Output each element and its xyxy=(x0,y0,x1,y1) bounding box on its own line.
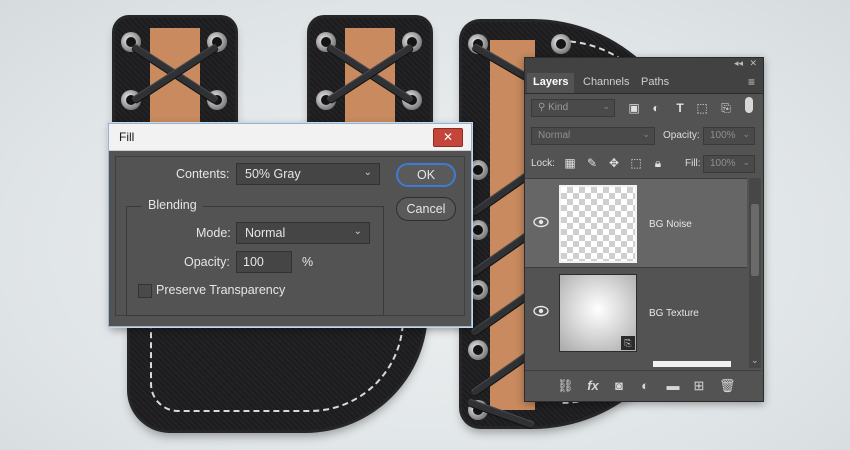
tab-layers[interactable]: Layers xyxy=(527,73,575,93)
blend-mode-value: Normal xyxy=(538,130,571,141)
search-icon: ⚲ xyxy=(538,102,549,113)
lock-move-icon[interactable]: ✥ xyxy=(607,156,621,170)
adjustment-icon[interactable]: ◐ xyxy=(637,378,653,394)
panel-header-bar[interactable]: ◂◂ ✕ xyxy=(525,58,763,71)
grommet xyxy=(468,340,488,360)
scroll-down-icon[interactable]: ⌄ xyxy=(751,355,759,366)
layer-name: BG Noise xyxy=(649,219,692,230)
smart-object-filter-icon[interactable]: ⎘ xyxy=(719,101,733,115)
fill-dialog-title: Fill xyxy=(119,130,135,144)
adjustment-filter-icon[interactable]: ◐ xyxy=(649,101,663,115)
image-filter-icon[interactable]: ▣ xyxy=(627,101,641,115)
kind-filter-select[interactable]: ⚲ Kind ⌄ xyxy=(531,99,615,117)
shape-filter-icon[interactable]: ⬚ xyxy=(695,101,709,115)
blending-legend: Blending xyxy=(142,198,203,212)
chevron-down-icon: ⌄ xyxy=(602,101,610,111)
visibility-eye-icon[interactable] xyxy=(533,304,549,317)
mode-label: Mode: xyxy=(196,226,231,240)
new-layer-icon[interactable]: ⊞ xyxy=(691,378,707,394)
close-icon[interactable]: ✕ xyxy=(749,58,757,69)
filter-toggle-icon[interactable] xyxy=(745,97,753,113)
panel-menu-icon[interactable]: ≡ xyxy=(748,75,755,89)
lock-paint-icon[interactable]: ✎ xyxy=(585,156,599,170)
partial-layer-thumbnail xyxy=(653,361,731,367)
preserve-transparency-label: Preserve Transparency xyxy=(156,283,286,297)
layer-row[interactable]: BG Noise xyxy=(525,178,747,267)
mask-icon[interactable]: ◙ xyxy=(611,378,627,394)
tab-paths[interactable]: Paths xyxy=(635,74,675,90)
ok-button[interactable]: OK xyxy=(396,163,456,187)
fill-value: 100% xyxy=(710,158,736,169)
chevron-down-icon: ⌄ xyxy=(363,167,372,178)
contents-select[interactable]: 50% Gray ⌄ xyxy=(236,163,380,185)
blend-mode-select[interactable]: Normal ⌄ xyxy=(531,127,655,145)
fx-icon[interactable]: fx xyxy=(585,378,601,394)
layer-opacity-value: 100% xyxy=(710,130,736,141)
opacity-input[interactable]: 100 xyxy=(236,251,292,273)
type-filter-icon[interactable]: T xyxy=(673,101,687,115)
chevron-down-icon: ⌄ xyxy=(642,129,650,139)
lock-all-icon[interactable]: 🔒︎ xyxy=(651,156,665,170)
contents-value: 50% Gray xyxy=(245,167,301,181)
lock-transparent-icon[interactable]: ▦ xyxy=(563,156,577,170)
opacity-label: Opacity: xyxy=(663,130,700,141)
link-icon[interactable]: ⛓ xyxy=(557,378,574,394)
fill-dialog-body: Contents: 50% Gray ⌄ OK Cancel Blending … xyxy=(115,156,465,316)
grommet xyxy=(551,34,571,54)
panel-tabs: Layers Channels Paths ≡ xyxy=(525,71,763,94)
chevron-down-icon: ⌄ xyxy=(742,129,750,139)
tab-channels[interactable]: Channels xyxy=(577,74,635,90)
lock-artboard-icon[interactable]: ⬚ xyxy=(629,156,643,170)
smart-object-badge-icon: ⎘ xyxy=(621,336,635,350)
contents-label: Contents: xyxy=(176,167,230,181)
layer-opacity-input[interactable]: 100% ⌄ xyxy=(703,127,755,145)
collapse-icon[interactable]: ◂◂ xyxy=(734,58,743,69)
scrollbar[interactable]: ⌄ xyxy=(749,178,761,368)
layers-panel: ◂◂ ✕ Layers Channels Paths ≡ ⚲ Kind ⌄ ▣ … xyxy=(524,57,764,402)
layer-thumbnail xyxy=(559,185,637,263)
layer-thumbnail: ⎘ xyxy=(559,274,637,352)
ok-label: OK xyxy=(416,168,436,182)
visibility-eye-icon[interactable] xyxy=(533,215,549,228)
opacity-label: Opacity: xyxy=(184,255,230,269)
chevron-down-icon: ⌄ xyxy=(742,157,750,167)
opacity-value: 100 xyxy=(243,255,264,269)
layers-bottom-bar: ⛓ fx ◙ ◐ ▬ ⊞ 🗑︎ xyxy=(525,370,761,401)
cancel-button[interactable]: Cancel xyxy=(396,197,456,221)
cancel-label: Cancel xyxy=(406,202,446,216)
mode-value: Normal xyxy=(245,226,286,240)
chevron-down-icon: ⌄ xyxy=(353,226,362,237)
fill-dialog-titlebar[interactable]: Fill ✕ xyxy=(109,124,471,151)
close-icon: ✕ xyxy=(442,130,454,144)
preserve-transparency-checkbox[interactable] xyxy=(138,284,152,298)
layer-row[interactable]: ⎘ BG Texture xyxy=(525,267,747,356)
fill-dialog: Fill ✕ Contents: 50% Gray ⌄ OK Cancel Bl… xyxy=(108,123,472,327)
fill-input[interactable]: 100% ⌄ xyxy=(703,155,755,173)
mode-select[interactable]: Normal ⌄ xyxy=(236,222,370,244)
kind-value: Kind xyxy=(548,102,569,113)
close-button[interactable]: ✕ xyxy=(433,128,463,147)
lock-label: Lock: xyxy=(531,158,555,169)
trash-icon[interactable]: 🗑︎ xyxy=(719,378,736,394)
fill-label: Fill: xyxy=(685,158,701,169)
opacity-unit: % xyxy=(302,255,314,269)
folder-icon[interactable]: ▬ xyxy=(665,378,681,394)
layer-name: BG Texture xyxy=(649,308,699,319)
scroll-thumb[interactable] xyxy=(751,204,759,276)
